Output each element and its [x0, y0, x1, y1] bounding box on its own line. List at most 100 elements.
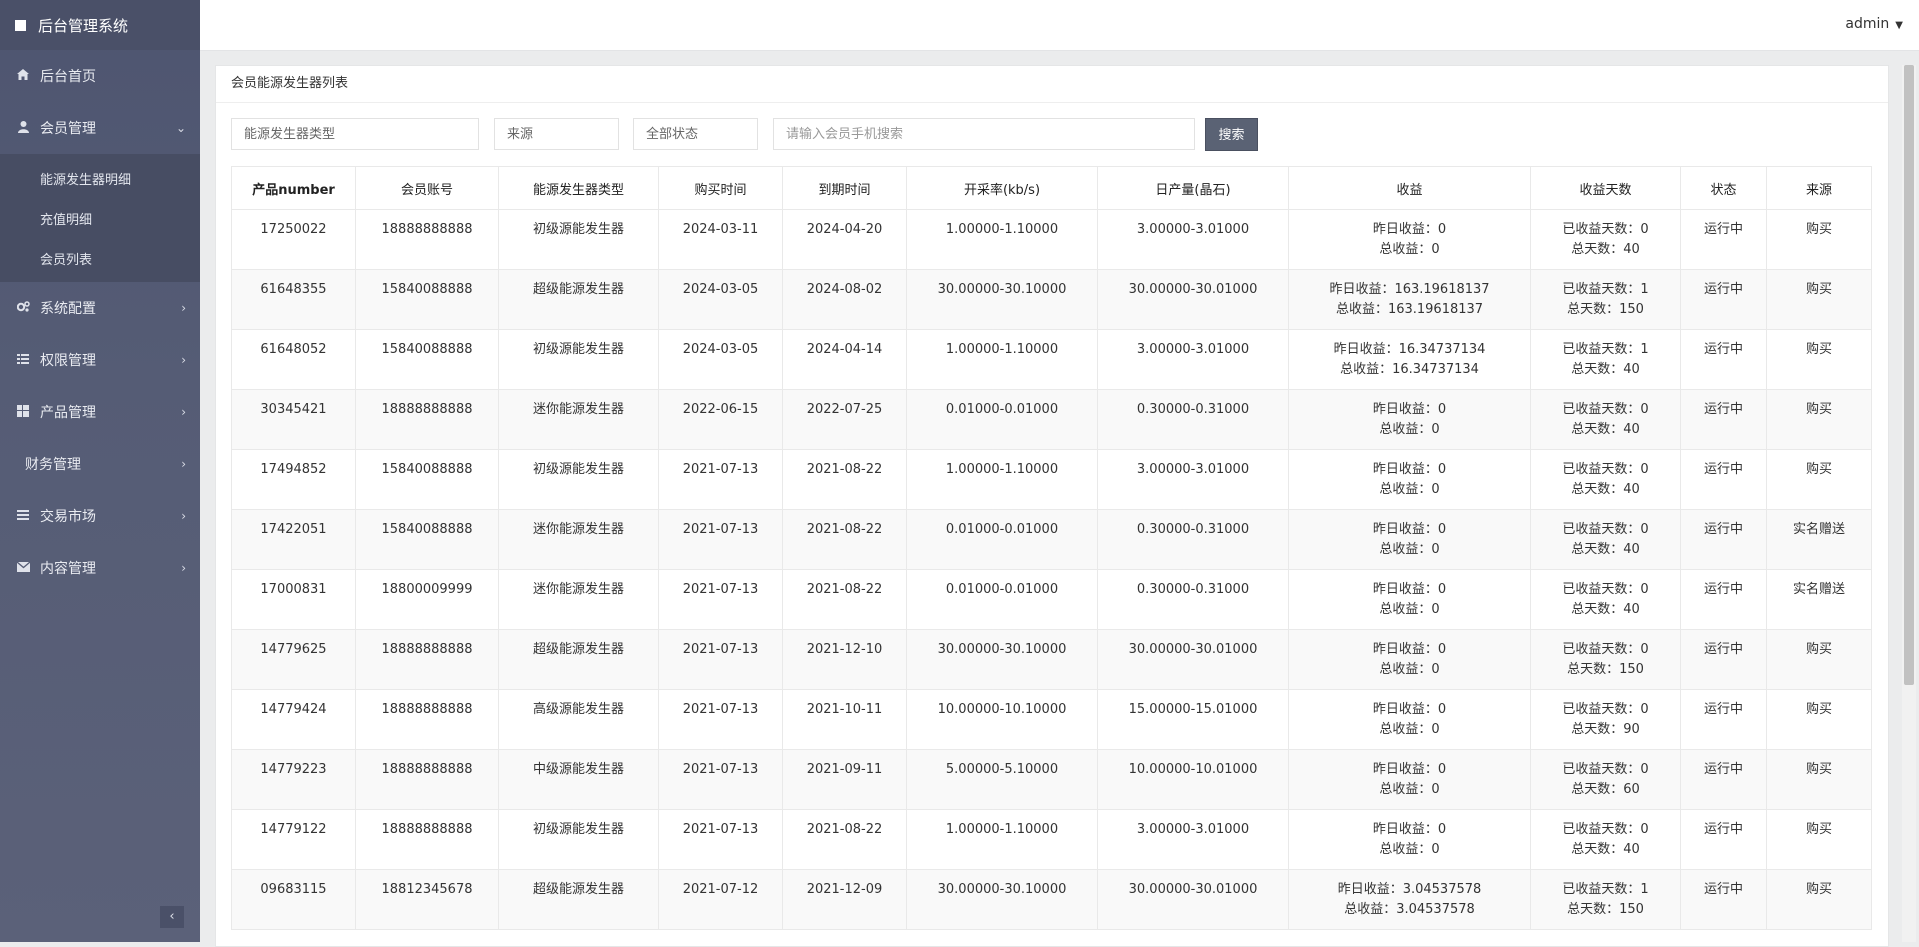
total-earnings: 总收益：0: [1379, 722, 1440, 737]
cell-product-number: 09683115: [231, 869, 356, 930]
col-header-output[interactable]: 日产量(晶石): [1097, 166, 1289, 210]
total-earnings: 总收益：0: [1379, 542, 1440, 557]
main-panel: 会员能源发生器列表 能源发生器类型 来源 全部状态 请输入会员手机搜索 搜索 产…: [215, 65, 1889, 947]
subnav-item-generator-detail[interactable]: 能源发生器明细: [0, 158, 200, 198]
yesterday-earnings: 昨日收益：0: [1372, 402, 1447, 417]
table-row: 14779122 18888888888 初级源能发生器 2021-07-13 2021…: [231, 809, 1872, 870]
days-total: 总天数：40: [1571, 482, 1640, 497]
cell-expire-time: 2021-08-22: [782, 449, 907, 510]
col-header-expire-time[interactable]: 到期时间: [782, 166, 907, 210]
cell-account: 18888888888: [355, 689, 499, 750]
sidebar-item-home[interactable]: 后台首页: [0, 50, 200, 102]
cell-type: 迷你能源发生器: [498, 509, 659, 570]
chevron-left-icon: ‹: [169, 909, 175, 924]
sidebar-collapse-button[interactable]: ‹: [160, 906, 184, 928]
col-header-source[interactable]: 来源: [1766, 166, 1872, 210]
cell-status: 运行中: [1680, 869, 1767, 930]
scrollbar-thumb[interactable]: [1904, 65, 1914, 685]
yesterday-earnings: 昨日收益：0: [1372, 702, 1447, 717]
col-header-account[interactable]: 会员账号: [355, 166, 499, 210]
cell-expire-time: 2021-10-11: [782, 689, 907, 750]
cell-buy-time: 2021-07-13: [658, 629, 783, 690]
cell-expire-time: 2021-08-22: [782, 809, 907, 870]
cell-type: 初级源能发生器: [498, 329, 659, 390]
subnav-item-recharge-detail[interactable]: 充值明细: [0, 198, 200, 238]
cell-product-number: 14779625: [231, 629, 356, 690]
yesterday-earnings: 昨日收益：3.04537578: [1337, 882, 1482, 897]
windows-icon: [16, 404, 30, 420]
sidebar-item-permissions[interactable]: 权限管理 ›: [0, 334, 200, 386]
sidebar-item-label: 权限管理: [40, 353, 96, 369]
cell-account: 15840088888: [355, 449, 499, 510]
days-total: 总天数：40: [1571, 362, 1640, 377]
cell-expire-time: 2024-08-02: [782, 269, 907, 330]
user-menu[interactable]: admin ▼: [1845, 16, 1903, 32]
brand[interactable]: 后台管理系统: [0, 0, 200, 50]
cell-status: 运行中: [1680, 389, 1767, 450]
search-button[interactable]: 搜索: [1205, 118, 1258, 151]
table-row: 61648052 15840088888 初级源能发生器 2024-03-05 2024…: [231, 329, 1872, 390]
cell-rate: 30.00000-30.10000: [906, 629, 1098, 690]
cell-source: 实名赠送: [1766, 569, 1872, 630]
sidebar-item-products[interactable]: 产品管理 ›: [0, 386, 200, 438]
col-header-status[interactable]: 状态: [1680, 166, 1767, 210]
table-header-row: 产品number 会员账号 能源发生器类型 购买时间 到期时间 开采率(kb/s…: [231, 166, 1872, 210]
cell-product-number: 17422051: [231, 509, 356, 570]
days-total: 总天数：40: [1571, 422, 1640, 437]
generator-type-select[interactable]: 能源发生器类型: [231, 118, 479, 150]
cell-account: 18888888888: [355, 749, 499, 810]
cell-output: 0.30000-0.31000: [1097, 509, 1289, 570]
username: admin: [1845, 16, 1890, 32]
days-total: 总天数：40: [1571, 542, 1640, 557]
sidebar-item-label: 内容管理: [40, 561, 96, 577]
cell-earning-days: 已收益天数：0 总天数：40: [1530, 569, 1681, 630]
subnav-item-member-list[interactable]: 会员列表: [0, 238, 200, 278]
col-header-buy-time[interactable]: 购买时间: [658, 166, 783, 210]
cell-account: 15840088888: [355, 509, 499, 570]
cell-product-number: 17494852: [231, 449, 356, 510]
yesterday-earnings: 昨日收益：0: [1372, 462, 1447, 477]
total-earnings: 总收益：0: [1379, 482, 1440, 497]
sidebar-item-content[interactable]: 内容管理 ›: [0, 542, 200, 594]
cell-rate: 30.00000-30.10000: [906, 869, 1098, 930]
cell-expire-time: 2022-07-25: [782, 389, 907, 450]
col-header-earnings[interactable]: 收益: [1288, 166, 1531, 210]
phone-search-input[interactable]: 请输入会员手机搜索: [773, 118, 1195, 150]
cell-earning-days: 已收益天数：0 总天数：40: [1530, 449, 1681, 510]
total-earnings: 总收益：0: [1379, 782, 1440, 797]
cell-type: 中级源能发生器: [498, 749, 659, 810]
cell-earning-days: 已收益天数：0 总天数：40: [1530, 389, 1681, 450]
table-row: 30345421 18888888888 迷你能源发生器 2022-06-15 2022…: [231, 389, 1872, 450]
source-select[interactable]: 来源: [494, 118, 619, 150]
cell-status: 运行中: [1680, 329, 1767, 390]
col-header-product-number[interactable]: 产品number: [231, 166, 356, 210]
cell-output: 3.00000-3.01000: [1097, 209, 1289, 270]
col-header-rate[interactable]: 开采率(kb/s): [906, 166, 1098, 210]
days-earned: 已收益天数：0: [1562, 822, 1649, 837]
cell-buy-time: 2024-03-11: [658, 209, 783, 270]
sidebar-item-label: 产品管理: [40, 405, 96, 421]
cell-rate: 10.00000-10.10000: [906, 689, 1098, 750]
cell-output: 30.00000-30.01000: [1097, 269, 1289, 330]
cell-buy-time: 2021-07-13: [658, 509, 783, 570]
sidebar-item-members[interactable]: 会员管理 ⌄: [0, 102, 200, 154]
sidebar-item-finance[interactable]: 财务管理 ›: [0, 438, 200, 490]
days-earned: 已收益天数：0: [1562, 462, 1649, 477]
page-scrollbar[interactable]: [1902, 65, 1916, 942]
cell-rate: 1.00000-1.10000: [906, 209, 1098, 270]
cell-status: 运行中: [1680, 509, 1767, 570]
cell-source: 购买: [1766, 689, 1872, 750]
gears-icon: [16, 301, 30, 315]
days-total: 总天数：40: [1571, 842, 1640, 857]
col-header-earning-days[interactable]: 收益天数: [1530, 166, 1681, 210]
cell-product-number: 61648355: [231, 269, 356, 330]
status-select[interactable]: 全部状态: [633, 118, 758, 150]
sidebar-item-system-config[interactable]: 系统配置 ›: [0, 282, 200, 334]
cell-product-number: 14779424: [231, 689, 356, 750]
cell-product-number: 17250022: [231, 209, 356, 270]
chevron-right-icon: ›: [181, 353, 186, 367]
col-header-type[interactable]: 能源发生器类型: [498, 166, 659, 210]
cell-product-number: 14779122: [231, 809, 356, 870]
sidebar-item-market[interactable]: 交易市场 ›: [0, 490, 200, 542]
cell-earning-days: 已收益天数：0 总天数：150: [1530, 629, 1681, 690]
